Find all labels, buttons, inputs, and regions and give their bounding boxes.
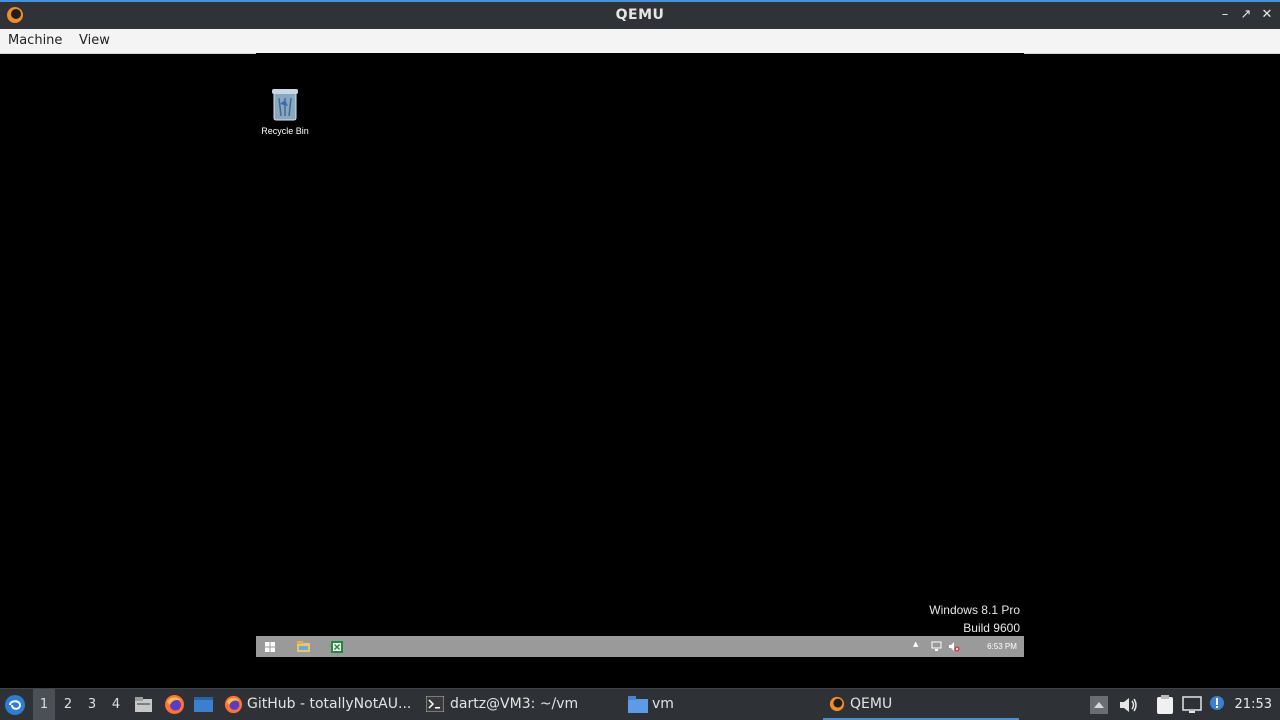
firefox-icon[interactable] [164, 694, 185, 715]
terminal-icon [425, 695, 445, 713]
task-label: QEMU [850, 696, 893, 712]
menu-view[interactable]: View [71, 29, 118, 53]
task-folder-vm[interactable]: vm [628, 689, 674, 720]
qemu-icon [7, 7, 23, 23]
menubar: Machine View [0, 29, 1280, 54]
file-manager-icon[interactable] [134, 695, 153, 714]
menu-machine[interactable]: Machine [0, 29, 70, 53]
volume-muted-icon[interactable] [948, 641, 960, 652]
guest-taskbar: ▲ [256, 636, 1024, 657]
guest-display[interactable] [256, 53, 1024, 657]
network-icon[interactable] [931, 641, 942, 652]
task-terminal[interactable]: dartz@VM3: ~/vm [425, 689, 579, 720]
desktop-icon-recycle-bin[interactable]: Recycle Bin [261, 86, 309, 136]
recycle-bin-label: Recycle Bin [261, 126, 309, 136]
start-menu-icon[interactable] [4, 694, 26, 716]
watermark-build: Build 9600 [963, 621, 1020, 635]
task-label: dartz@VM3: ~/vm [450, 696, 579, 712]
workspace-1[interactable]: 1 [33, 689, 55, 720]
task-qemu[interactable]: QEMU [823, 689, 1019, 720]
window-title: QEMU [615, 7, 665, 23]
watermark-edition: Windows 8.1 Pro [929, 603, 1020, 617]
recycle-bin-icon [272, 89, 298, 121]
firefox-icon [224, 695, 243, 713]
tray-arrow-icon[interactable] [1090, 696, 1108, 714]
folder-icon [628, 695, 648, 713]
excel-icon[interactable] [331, 641, 343, 653]
minimize-button[interactable]: – [1215, 5, 1235, 25]
task-github[interactable]: GitHub - totallyNotAU... [224, 689, 411, 720]
windows-start-icon[interactable] [265, 642, 275, 652]
host-panel: 1 2 3 4 GitHub - totallyNotAU... dartz@V… [0, 688, 1280, 720]
guest-clock[interactable]: 6:53 PM [980, 636, 1024, 657]
file-explorer-icon[interactable] [297, 641, 310, 652]
window-titlebar[interactable]: QEMU – ↗ ✕ [0, 0, 1280, 29]
maximize-button[interactable]: ↗ [1236, 5, 1256, 25]
close-button[interactable]: ✕ [1257, 5, 1277, 25]
workspace-4[interactable]: 4 [105, 689, 127, 720]
notification-icon[interactable] [1209, 695, 1225, 711]
workspace-2[interactable]: 2 [57, 689, 79, 720]
task-label: GitHub - totallyNotAU... [247, 696, 412, 712]
screen-icon[interactable] [1182, 696, 1202, 714]
volume-icon[interactable] [1119, 696, 1139, 714]
clipboard-icon[interactable] [1156, 695, 1174, 715]
task-label: vm [652, 696, 674, 712]
windows-watermark: Windows 8.1 Pro Build 9600 [929, 601, 1020, 637]
qemu-icon [829, 696, 845, 712]
desktop-icon[interactable] [193, 695, 214, 714]
workspace-3[interactable]: 3 [81, 689, 103, 720]
host-clock[interactable]: 21:53 [1235, 689, 1272, 720]
show-hidden-icons[interactable]: ▲ [913, 640, 918, 648]
